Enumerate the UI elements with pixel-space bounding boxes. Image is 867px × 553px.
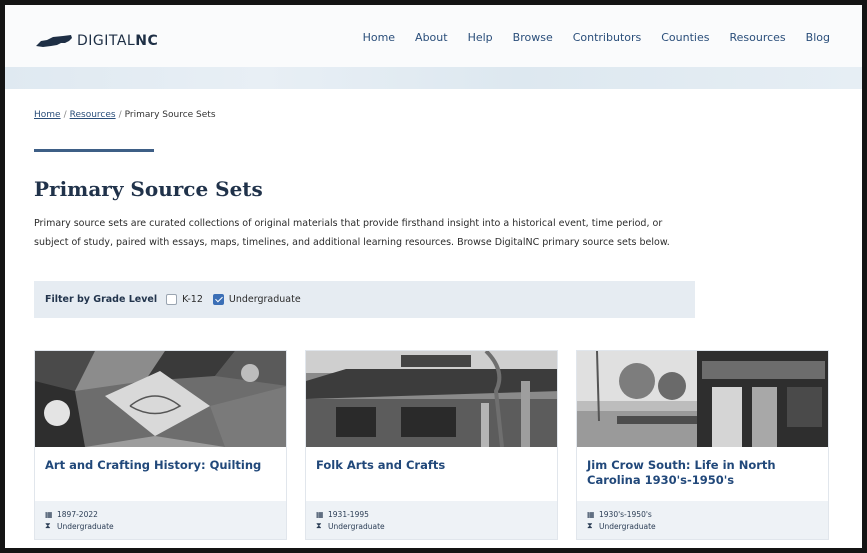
nav-contributors[interactable]: Contributors [573, 31, 642, 44]
hourglass-icon: ⧗ [587, 521, 593, 530]
k12-label: K-12 [182, 294, 203, 305]
main-nav: Home About Help Browse Contributors Coun… [363, 31, 830, 44]
title-accent-rule [34, 149, 154, 152]
nav-about[interactable]: About [415, 31, 448, 44]
source-set-card[interactable]: Folk Arts and Crafts ▦ 1931-1995 ⧗ Undergr… [305, 350, 558, 540]
calendar-icon: ▦ [45, 509, 53, 519]
nav-browse[interactable]: Browse [513, 31, 553, 44]
page-intro: Primary source sets are curated collecti… [34, 218, 670, 248]
card-dates: 1897-2022 [57, 509, 98, 519]
logo-wordmark: DIGITALNC [77, 33, 158, 49]
undergraduate-label: Undergraduate [228, 294, 301, 305]
nav-help[interactable]: Help [468, 31, 493, 44]
k12-checkbox[interactable] [166, 294, 178, 305]
card-meta: ▦ 1931-1995 ⧗ Undergraduate [306, 501, 557, 539]
nav-resources[interactable]: Resources [729, 31, 785, 44]
card-dates: 1930's-1950's [599, 509, 652, 519]
hourglass-icon: ⧗ [316, 521, 322, 530]
site-logo[interactable]: DIGITALNC [35, 33, 158, 49]
breadcrumb-separator: / [118, 110, 122, 120]
nc-state-shape-icon [36, 35, 72, 47]
card-dates: 1931-1995 [328, 509, 369, 519]
filter-option-k12[interactable]: K-12 [166, 294, 203, 305]
card-grade-level: Undergraduate [599, 521, 656, 531]
calendar-icon: ▦ [316, 509, 324, 519]
theater-street-photo[interactable] [577, 351, 828, 447]
card-title[interactable]: Jim Crow South: Life in North Carolina 1… [577, 447, 828, 503]
card-title[interactable]: Art and Crafting History: Quilting [35, 447, 286, 503]
hourglass-icon: ⧗ [45, 521, 51, 530]
breadcrumb-separator: / [63, 110, 67, 120]
site-header: DIGITALNC Home About Help Browse Contrib… [5, 5, 862, 71]
grade-level-filter: Filter by Grade Level K-12 Undergraduate [34, 281, 695, 318]
calendar-icon: ▦ [587, 509, 595, 519]
quilt-photo[interactable] [35, 351, 286, 447]
filter-option-undergraduate[interactable]: Undergraduate [212, 294, 301, 305]
logo-text-light: DIGITAL [77, 33, 136, 49]
nav-home[interactable]: Home [363, 31, 395, 44]
filter-label: Filter by Grade Level [45, 294, 158, 305]
logo-text-bold: NC [135, 33, 159, 49]
nav-blog[interactable]: Blog [806, 31, 830, 44]
browser-viewport: DIGITALNC Home About Help Browse Contrib… [0, 0, 867, 553]
source-set-card[interactable]: Jim Crow South: Life in North Carolina 1… [576, 350, 829, 540]
breadcrumb: Home / Resources / Primary Source Sets [34, 110, 216, 120]
card-meta: ▦ 1930's-1950's ⧗ Undergraduate [577, 501, 828, 539]
card-grade-level: Undergraduate [328, 521, 385, 531]
card-meta: ▦ 1897-2022 ⧗ Undergraduate [35, 501, 286, 539]
page-title: Primary Source Sets [34, 177, 263, 201]
nav-counties[interactable]: Counties [661, 31, 709, 44]
card-grade-level: Undergraduate [57, 521, 114, 531]
storefront-photo[interactable] [306, 351, 557, 447]
breadcrumb-resources-link[interactable]: Resources [70, 110, 116, 120]
breadcrumb-current: Primary Source Sets [124, 110, 216, 120]
card-title[interactable]: Folk Arts and Crafts [306, 447, 557, 503]
breadcrumb-home-link[interactable]: Home [34, 110, 61, 120]
source-set-card[interactable]: Art and Crafting History: Quilting ▦ 1897… [34, 350, 287, 540]
undergraduate-checkbox[interactable] [212, 294, 224, 305]
header-banner-strip [5, 67, 862, 89]
